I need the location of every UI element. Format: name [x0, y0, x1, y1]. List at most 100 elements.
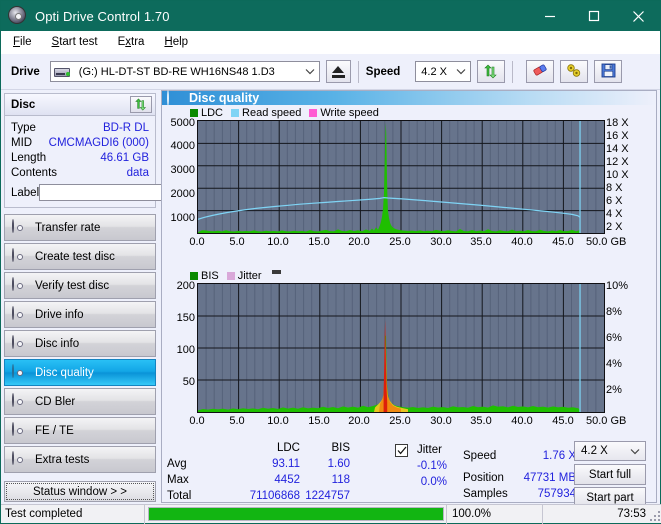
legend-label-jitter: Jitter — [237, 270, 262, 282]
sidebar-item-label: Transfer rate — [35, 221, 101, 234]
top-rytick-16x: 16 X — [606, 130, 629, 142]
stats-row-header-avg: Avg — [167, 458, 187, 470]
status-bar: Test completed 100.0% 73:53 — [1, 504, 661, 524]
chevron-down-icon — [625, 448, 645, 455]
sidebar-item-verify-test-disc[interactable]: Verify test disc — [4, 272, 156, 299]
top-ytick-2000: 2000 — [170, 188, 195, 200]
bottom-ytick-50: 50 — [182, 376, 195, 388]
save-button[interactable] — [594, 60, 623, 83]
page-title: Disc quality — [189, 91, 260, 105]
bottom-ytick-150: 150 — [176, 312, 195, 324]
top-rytick-6x: 6 X — [606, 195, 623, 207]
sidebar-item-extra-tests[interactable]: Extra tests — [4, 446, 156, 473]
top-xtick-45: 45.0 — [552, 236, 574, 248]
maximize-button[interactable] — [572, 1, 616, 31]
legend-label-write-speed: Write speed — [320, 107, 379, 119]
drive-select-value: (G:) HL-DT-ST BD-RE WH16NS48 1.D3 — [78, 65, 275, 78]
menu-help[interactable]: Help — [164, 36, 188, 48]
sidebar-item-disc-info[interactable]: Disc info — [4, 330, 156, 357]
stats-ldc-total: 71106868 — [249, 490, 300, 502]
top-xtick-20: 20.0 — [348, 236, 370, 248]
sidebar-item-cd-bler[interactable]: CD Bler — [4, 388, 156, 415]
legend-entry-jitter: Jitter — [226, 270, 262, 282]
disc-panel-title: Disc — [11, 98, 36, 111]
bottom-xtick-40: 40.0 — [511, 415, 533, 427]
stats-bis-avg: 1.60 — [327, 458, 350, 470]
ldc-area — [198, 123, 581, 233]
refresh-button[interactable] — [477, 60, 506, 83]
bottom-xtick-30: 30.0 — [430, 415, 452, 427]
menu-extra[interactable]: Extra — [118, 36, 145, 48]
disc-row-value: 46.61 GB — [100, 151, 149, 164]
start-full-button[interactable]: Start full — [574, 464, 646, 485]
top-rytick-14x: 14 X — [606, 143, 629, 155]
position-label: Position — [463, 472, 504, 484]
sidebar-item-drive-info[interactable]: Drive info — [4, 301, 156, 328]
floppy-save-icon — [601, 63, 616, 81]
stats-ldc-avg: 93.11 — [272, 458, 300, 470]
elapsed-time: 73:53 — [617, 508, 646, 520]
minimize-button[interactable] — [528, 1, 572, 31]
bottom-xtick-35: 35.0 — [470, 415, 492, 427]
jitter-checkbox[interactable] — [395, 444, 408, 457]
menu-file[interactable]: File — [13, 36, 32, 48]
disc-icon — [12, 451, 27, 467]
disc-row-key: Type — [11, 121, 36, 134]
position-value: 47731 MB — [523, 472, 576, 484]
test-speed-select[interactable]: 4.2 X — [574, 441, 646, 461]
sidebar-item-fe-te[interactable]: FE / TE — [4, 417, 156, 444]
sidebar-item-transfer-rate[interactable]: Transfer rate — [4, 214, 156, 241]
top-rytick-10x: 10 X — [606, 169, 629, 181]
stats-col-header-bis: BIS — [331, 442, 350, 454]
top-ytick-3000: 3000 — [170, 164, 195, 176]
bottom-rytick-4pct: 4% — [606, 358, 622, 370]
top-xtick-50: 50.0 GB — [586, 236, 627, 248]
disc-icon — [12, 364, 27, 380]
bottom-rytick-2pct: 2% — [606, 384, 622, 396]
top-xtick-15: 15.0 — [308, 236, 330, 248]
speed-label: Speed — [365, 65, 401, 78]
eject-button[interactable] — [325, 60, 351, 83]
stats-col-header-ldc: LDC — [276, 442, 300, 454]
nav-list: Transfer rate Create test disc Verify te… — [4, 214, 156, 473]
sidebar-item-label: Disc info — [35, 337, 80, 350]
disc-label-row: Label — [11, 183, 242, 202]
top-ytick-5000: 5000 — [170, 117, 195, 129]
disc-row-contents: Contents data — [11, 165, 149, 180]
drive-select[interactable]: (G:) HL-DT-ST BD-RE WH16NS48 1.D3 — [49, 61, 320, 82]
window-controls — [528, 1, 660, 31]
bottom-xtick-45: 45.0 — [552, 415, 574, 427]
tools-button[interactable] — [560, 60, 589, 83]
disc-refresh-button[interactable] — [130, 96, 152, 113]
top-xtick-0: 0.0 — [189, 236, 205, 248]
stats-row-header-max: Max — [167, 474, 189, 486]
sidebar-item-disc-quality[interactable]: Disc quality — [4, 359, 156, 386]
disc-icon — [12, 219, 27, 235]
menu-start-test[interactable]: Start test — [52, 36, 98, 48]
status-message: Test completed — [5, 508, 83, 520]
disc-row-length: Length 46.61 GB — [11, 150, 149, 165]
top-chart: 5000 4000 3000 2000 1000 18 X 16 X 14 X … — [162, 117, 656, 254]
top-xtick-25: 25.0 — [389, 236, 411, 248]
disc-row-key: Contents — [11, 166, 58, 179]
toolbar: Drive (G:) HL-DT-ST BD-RE WH16NS48 1.D3 … — [1, 54, 660, 90]
disc-icon — [12, 306, 27, 322]
close-button[interactable] — [616, 1, 660, 31]
resize-grip[interactable] — [648, 509, 660, 521]
jitter-label: Jitter — [417, 444, 442, 456]
disc-icon — [167, 90, 181, 106]
title-bar: Opti Drive Control 1.70 — [1, 1, 660, 31]
sidebar-item-create-test-disc[interactable]: Create test disc — [4, 243, 156, 270]
bottom-xtick-0: 0.0 — [189, 415, 205, 427]
menu-bar: File Start test Extra Help — [1, 31, 660, 54]
disc-row-key: Length — [11, 151, 47, 164]
speed-select-value: 4.2 X — [421, 65, 447, 78]
bottom-ytick-200: 200 — [176, 280, 195, 292]
erase-button[interactable] — [526, 60, 555, 83]
top-xtick-40: 40.0 — [511, 236, 533, 248]
bottom-xtick-20: 20.0 — [348, 415, 370, 427]
status-window-button[interactable]: Status window > > — [4, 481, 156, 502]
speed-select[interactable]: 4.2 X — [415, 61, 472, 82]
legend-swatch-jitter — [226, 272, 235, 280]
toolbar-divider-2 — [512, 60, 514, 83]
